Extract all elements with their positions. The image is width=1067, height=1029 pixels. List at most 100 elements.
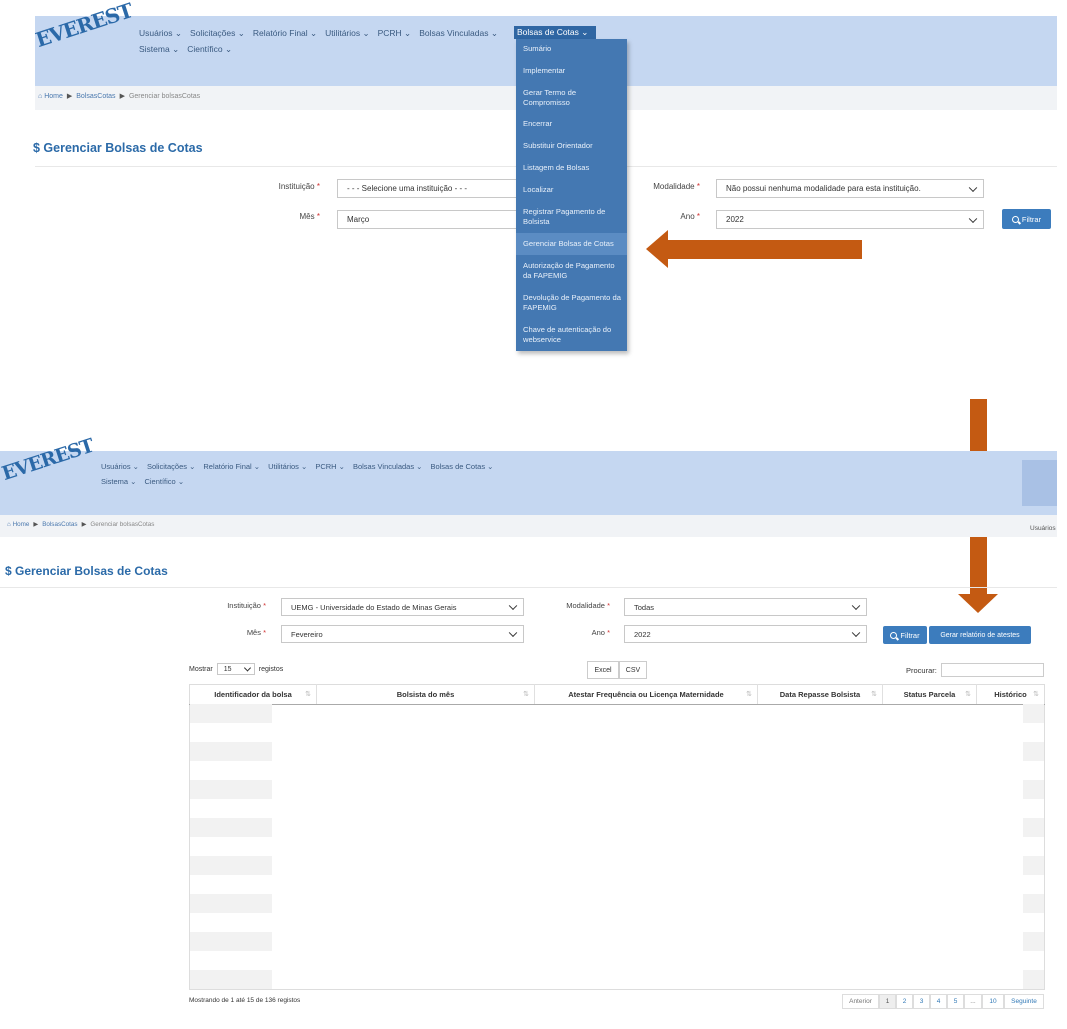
bottom-nav-relatorio-final[interactable]: Relatório Final ⌄ [203,462,260,471]
data-table [189,684,1045,990]
bottom-instituicao-select[interactable]: UEMG - Universidade do Estado de Minas G… [281,598,524,616]
csv-button[interactable]: CSV [619,661,647,679]
col-bolsista[interactable]: Bolsista do mês ⇅ [316,684,534,704]
top-nav-solicitacoes[interactable]: Solicitações ⌄ [190,28,245,39]
top-modalidade-select[interactable]: Não possui nenhuma modalidade para esta … [716,179,984,198]
top-nav-bolsas-vinculadas[interactable]: Bolsas Vinculadas ⌄ [419,28,498,39]
sort-icon: ⇅ [746,691,752,698]
search-icon [1011,215,1019,223]
sort-icon: ⇅ [523,691,529,698]
menu-item-chave-autenticacao[interactable]: Chave de autenticação do webservice [523,325,623,345]
bottom-nav-cientifico[interactable]: Científico ⌄ [144,477,184,486]
top-nav-usuarios[interactable]: Usuários ⌄ [139,28,182,39]
chevron-right-icon: ▶ [119,93,125,100]
pagination-next[interactable]: Seguinte [1004,994,1044,1009]
top-ano-label: Ano * [680,212,700,221]
table-row [1023,742,1044,761]
top-ano-select[interactable]: 2022 [716,210,984,229]
table-row [1023,970,1044,989]
table-info: Mostrando de 1 até 15 de 136 registos [189,997,301,1004]
top-nav-cientifico[interactable]: Científico ⌄ [187,44,232,55]
bottom-mes-select[interactable]: Fevereiro [281,625,524,643]
top-instituicao-select[interactable]: - - - Selecione uma instituição - - - [337,179,519,198]
pagination-page-10[interactable]: 10 [982,994,1004,1009]
pagination-page-2[interactable]: 2 [896,994,913,1009]
bottom-nav-sistema[interactable]: Sistema ⌄ [101,477,136,486]
top-filter-button[interactable]: Filtrar [1002,209,1051,229]
bottom-crumb-bolsascotas[interactable]: BolsasCotas [42,521,77,528]
col-identificador[interactable]: Identificador da bolsa ⇅ [190,684,316,704]
top-crumb-bolsascotas[interactable]: BolsasCotas [76,93,115,100]
menu-item-encerrar[interactable]: Encerrar [523,119,623,129]
chevron-down-icon [968,214,978,223]
bottom-filter-button[interactable]: Filtrar [883,626,927,644]
top-nav-utilitarios[interactable]: Utilitários ⌄ [325,28,369,39]
pagination-previous[interactable]: Anterior [842,994,879,1009]
top-mes-select[interactable]: Março [337,210,519,229]
menu-item-localizar[interactable]: Localizar [523,185,623,195]
chevron-right-icon: ▶ [66,93,73,100]
bottom-user-label[interactable]: Usuários [1030,525,1056,532]
arrow-down-head [958,594,998,613]
col-status-parcela[interactable]: Status Parcela ⇅ [882,684,976,704]
top-crumb-home[interactable]: Home [44,93,63,100]
excel-button[interactable]: Excel [587,661,619,679]
top-mes-label: Mês * [299,212,320,221]
bottom-nav-solicitacoes[interactable]: Solicitações ⌄ [147,462,195,471]
col-data-repasse[interactable]: Data Repasse Bolsista ⇅ [757,684,882,704]
bottom-nav-bolsas-de-cotas[interactable]: Bolsas de Cotas ⌄ [430,462,493,471]
bottom-ano-select[interactable]: 2022 [624,625,867,643]
menu-item-gerenciar-bolsas[interactable]: Gerenciar Bolsas de Cotas [523,239,623,249]
search-input[interactable] [941,663,1044,677]
table-row [1023,894,1044,913]
pagination-page-4[interactable]: 4 [930,994,947,1009]
chevron-down-icon [508,601,518,611]
col-historico[interactable]: Histórico ⇅ [976,684,1044,704]
bottom-nav-utilitarios[interactable]: Utilitários ⌄ [268,462,307,471]
menu-item-substituir-orientador[interactable]: Substituir Orientador [523,141,623,151]
bottom-navbar-right-block [1022,460,1057,506]
menu-item-implementar[interactable]: Implementar [523,66,623,76]
bottom-nav-bolsas-vinculadas[interactable]: Bolsas Vinculadas ⌄ [353,462,423,471]
top-modalidade-label: Modalidade * [653,182,700,191]
generate-report-button[interactable]: Gerar relatório de atestes [929,626,1031,644]
menu-item-devolucao-pagamento[interactable]: Devolução de Pagamento da FAPEMIG [523,293,623,313]
top-page-title: $ Gerenciar Bolsas de Cotas [33,141,203,155]
pagination-page-1[interactable]: 1 [879,994,896,1009]
menu-item-gerar-termo[interactable]: Gerar Termo de Compromisso [523,88,623,108]
bottom-title-divider [0,587,1057,588]
bottom-modalidade-select[interactable]: Todas [624,598,867,616]
home-icon: ⌂ [38,93,43,100]
table-row [1023,704,1044,723]
top-nav-relatorio-final[interactable]: Relatório Final ⌄ [253,28,317,39]
bottom-nav-usuarios[interactable]: Usuários ⌄ [101,462,139,471]
top-nav-sistema[interactable]: Sistema ⌄ [139,44,179,55]
pagination-page-5[interactable]: 5 [947,994,964,1009]
bottom-nav-pcrh[interactable]: PCRH ⌄ [315,462,345,471]
entries-select[interactable]: 15 [216,663,255,675]
col-atestar-frequencia[interactable]: Atestar Frequência ou Licença Maternidad… [534,684,757,704]
search-icon [890,631,898,639]
arrow-left-annotation [666,240,862,259]
chevron-down-icon [851,628,861,638]
table-row [1023,856,1044,875]
menu-item-autorizacao-pagamento[interactable]: Autorização de Pagamento da FAPEMIG [523,261,623,281]
sort-icon: ⇅ [965,691,971,698]
top-nav-pcrh[interactable]: PCRH ⌄ [378,28,412,39]
table-row [190,970,272,989]
bolsas-cotas-dropdown: Sumário Implementar Gerar Termo de Compr… [516,39,627,351]
sort-icon: ⇅ [871,691,877,698]
bottom-modalidade-label: Modalidade * [566,601,610,610]
menu-item-listagem[interactable]: Listagem de Bolsas [523,163,623,173]
menu-item-sumario[interactable]: Sumário [523,44,623,54]
table-row [190,704,272,723]
top-nav-bolsas-de-cotas[interactable]: Bolsas de Cotas ⌄ [514,26,596,39]
table-row [190,894,272,913]
bottom-crumb-home[interactable]: Home [13,521,30,528]
pagination-page-3[interactable]: 3 [913,994,930,1009]
table-row [190,742,272,761]
table-row [190,856,272,875]
menu-item-registrar-pagamento[interactable]: Registrar Pagamento de Bolsista [523,207,623,227]
top-nav-row2: Sistema ⌄ Científico ⌄ [139,44,240,55]
bottom-nav-row1: Usuários ⌄ Solicitações ⌄ Relatório Final … [101,462,501,471]
